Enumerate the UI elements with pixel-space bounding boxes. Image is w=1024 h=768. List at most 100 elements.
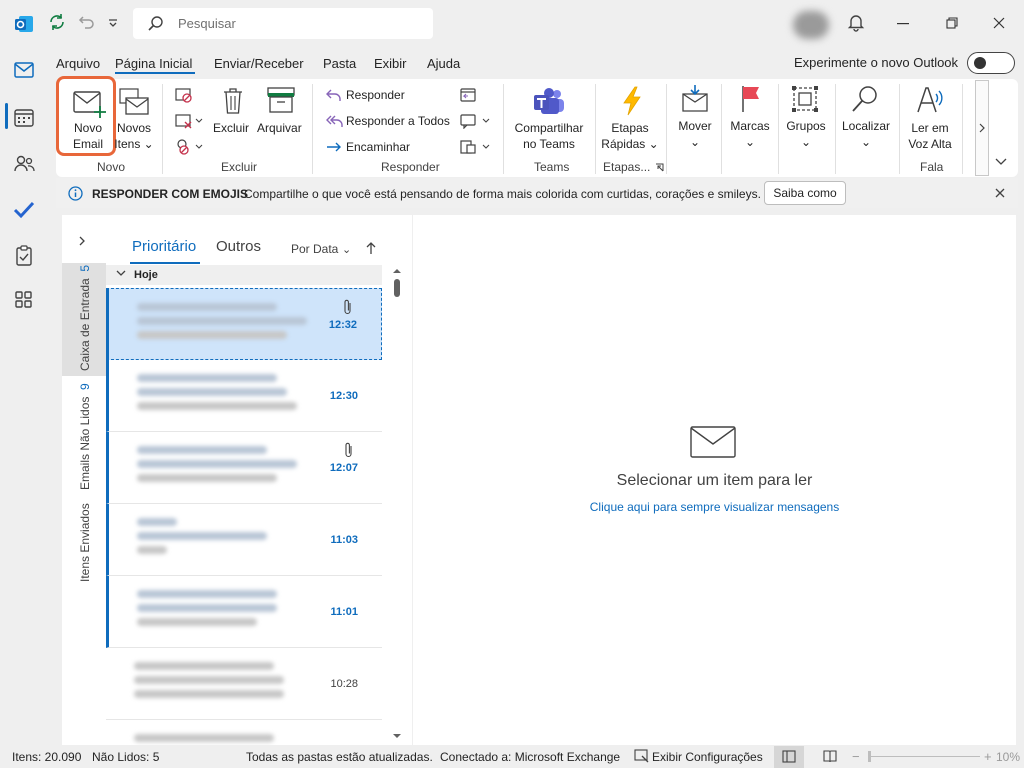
- ribbon-separator: [312, 84, 313, 174]
- new-items-button[interactable]: Novos Itens ⌄: [114, 120, 154, 152]
- learn-how-button[interactable]: Saiba como: [764, 181, 846, 205]
- new-items-label-1: Novos: [116, 121, 151, 135]
- todo-check-icon[interactable]: [12, 198, 36, 222]
- menu-pasta[interactable]: Pasta: [323, 56, 356, 71]
- folder-unread[interactable]: Emails Não Lidos 9: [62, 380, 106, 492]
- meeting-reply-icon[interactable]: [459, 87, 477, 103]
- dialog-launcher-icon[interactable]: [655, 163, 664, 172]
- reading-view-icon[interactable]: [822, 748, 838, 764]
- groups-chevron-icon: ⌄: [800, 135, 812, 149]
- list-item[interactable]: 12:30: [106, 360, 382, 432]
- search-box[interactable]: Pesquisar: [133, 8, 433, 39]
- reply-all-button[interactable]: Responder a Todos: [346, 114, 450, 128]
- ribbon-scroll-right-button[interactable]: [975, 80, 989, 176]
- list-item[interactable]: 12:07: [106, 432, 382, 504]
- menu-exibir[interactable]: Exibir: [374, 56, 407, 71]
- zoom-level: 10%: [996, 750, 1021, 764]
- view-settings-button[interactable]: Exibir Configurações: [652, 750, 763, 764]
- im-reply-icon[interactable]: [459, 113, 491, 129]
- ribbon-separator: [835, 84, 836, 174]
- calendar-icon[interactable]: [12, 106, 36, 130]
- list-item[interactable]: 11:03: [106, 504, 382, 576]
- groups-label: Grupos: [786, 119, 826, 133]
- tab-focused[interactable]: Prioritário: [132, 238, 196, 255]
- message-time: 12:32: [328, 319, 357, 331]
- quick-steps-label-2: Rápidas ⌄: [601, 137, 659, 151]
- junk-icon[interactable]: [174, 138, 204, 156]
- restore-icon[interactable]: [946, 17, 958, 29]
- bell-icon[interactable]: [846, 12, 866, 32]
- avatar[interactable]: [793, 11, 829, 39]
- folder-inbox-selected[interactable]: Caixa de Entrada 5: [62, 263, 106, 376]
- menu-selected-underline: [115, 72, 195, 74]
- sort-chevron-icon: ⌄: [341, 244, 352, 256]
- mail-icon[interactable]: [12, 58, 36, 82]
- zoom-slider-thumb[interactable]: [868, 751, 871, 762]
- find-button[interactable]: Localizar ⌄: [840, 118, 892, 150]
- group-header-today[interactable]: Hoje: [106, 265, 382, 285]
- quick-steps-button[interactable]: Etapas Rápidas ⌄: [600, 120, 660, 152]
- message-list-scrollbar[interactable]: [390, 265, 404, 745]
- more-respond-icon[interactable]: [459, 139, 491, 155]
- ribbon-separator: [778, 84, 779, 174]
- groups-button[interactable]: Grupos ⌄: [784, 118, 828, 150]
- tasks-clipboard-icon[interactable]: [12, 244, 36, 268]
- list-item[interactable]: 11:01: [106, 576, 382, 648]
- tab-other[interactable]: Outros: [216, 238, 261, 255]
- delete-button[interactable]: Excluir: [213, 120, 249, 136]
- list-item[interactable]: 10:28: [106, 648, 382, 720]
- tags-chevron-icon: ⌄: [744, 135, 756, 149]
- folder-inbox: Caixa de Entrada 5: [78, 264, 92, 371]
- close-icon[interactable]: [993, 17, 1005, 29]
- folder-unread-label: Emails Não Lidos 9: [78, 383, 92, 490]
- ribbon-collapse-chevron-icon[interactable]: [995, 158, 1007, 166]
- customize-dropdown-icon[interactable]: [108, 19, 118, 27]
- tags-button[interactable]: Marcas ⌄: [728, 118, 772, 150]
- forward-button[interactable]: Encaminhar: [346, 140, 410, 154]
- reply-button[interactable]: Responder: [346, 88, 405, 102]
- menu-enviar-receber[interactable]: Enviar/Receber: [214, 56, 304, 71]
- envelope-icon: [690, 425, 736, 459]
- share-teams-label-1: Compartilhar: [514, 121, 584, 135]
- group-label-responder: Responder: [381, 160, 440, 174]
- expand-folders-chevron-icon[interactable]: [78, 235, 86, 247]
- new-items-label-2: Itens ⌄: [114, 137, 154, 151]
- always-preview-link[interactable]: Clique aqui para sempre visualizar mensa…: [413, 500, 1016, 514]
- normal-view-button[interactable]: [774, 746, 804, 768]
- inbox-count: 5: [78, 264, 92, 272]
- menu-ajuda[interactable]: Ajuda: [427, 56, 460, 71]
- sort-direction-arrow-icon[interactable]: [365, 241, 377, 255]
- paperclip-icon: [344, 442, 354, 458]
- message-time: 11:01: [330, 606, 358, 618]
- status-unread: Não Lidos: 5: [92, 750, 160, 764]
- paperclip-icon: [343, 299, 353, 315]
- archive-button[interactable]: Arquivar: [257, 120, 302, 136]
- zoom-out-icon[interactable]: −: [852, 749, 860, 764]
- folder-sent[interactable]: Itens Enviados: [62, 500, 106, 584]
- info-close-icon[interactable]: [995, 188, 1005, 198]
- sync-icon[interactable]: [47, 12, 67, 32]
- read-aloud-button[interactable]: Ler em Voz Alta: [905, 120, 955, 152]
- app-bar: [0, 48, 48, 744]
- status-items: Itens: 20.090: [12, 750, 82, 764]
- cleanup-icon[interactable]: [174, 112, 204, 130]
- undo-icon[interactable]: [77, 12, 97, 32]
- move-button[interactable]: Mover ⌄: [675, 118, 715, 150]
- message-time: 12:30: [329, 390, 358, 402]
- apps-grid-icon[interactable]: [12, 288, 36, 312]
- share-teams-button[interactable]: Compartilhar no Teams: [510, 120, 588, 152]
- group-label-fala: Fala: [920, 160, 944, 174]
- menu-pagina-inicial[interactable]: Página Inicial: [115, 56, 192, 71]
- quick-steps-label-1: Etapas: [611, 121, 649, 135]
- zoom-in-icon[interactable]: +: [984, 749, 992, 764]
- list-item[interactable]: [106, 720, 382, 745]
- sort-by-date-button[interactable]: Por Data ⌄: [291, 241, 351, 256]
- list-item[interactable]: 12:32: [106, 288, 382, 360]
- group-label-etapas: Etapas...: [603, 160, 651, 174]
- ignore-icon[interactable]: [174, 86, 194, 104]
- minimize-icon[interactable]: [897, 23, 909, 25]
- zoom-slider[interactable]: [868, 756, 980, 757]
- try-new-outlook-toggle[interactable]: [967, 52, 1015, 74]
- people-icon[interactable]: [12, 152, 36, 176]
- menu-arquivo[interactable]: Arquivo: [56, 56, 100, 71]
